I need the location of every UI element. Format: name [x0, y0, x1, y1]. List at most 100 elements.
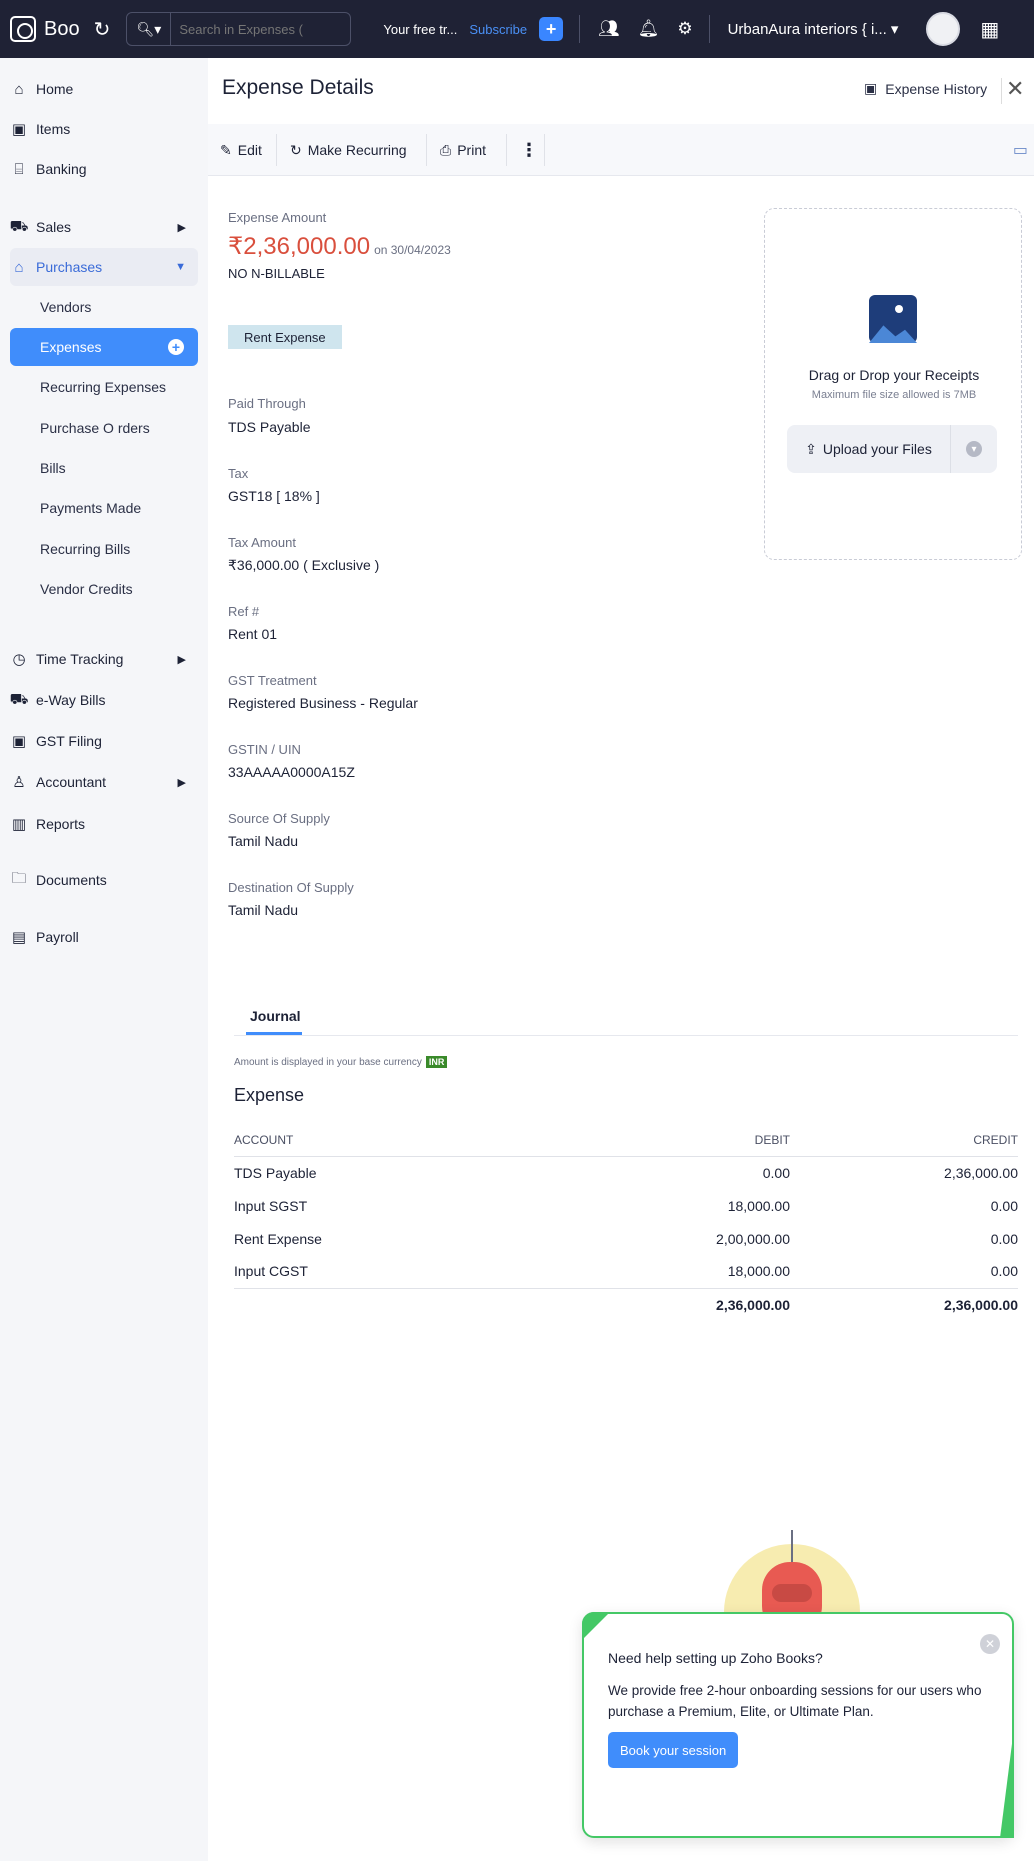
bank-icon: ⌸	[14, 160, 24, 178]
books-logo-icon	[10, 16, 36, 42]
sidebar-item-label: Accountant	[36, 774, 107, 790]
reports-icon: ▥	[11, 816, 27, 833]
debit-cell: 18,000.00	[727, 1263, 790, 1280]
sidebar-item-label: GST Filing	[36, 733, 102, 749]
sidebar-item-eway-bills[interactable]: ⛟ e-Way Bills	[10, 681, 198, 719]
bell-icon[interactable]: 🔔︎	[638, 19, 660, 39]
paid-through-value: TDS Payable	[228, 419, 311, 435]
help-title: Need help setting up Zoho Books?	[608, 1650, 823, 1666]
sidebar-item-label: Sales	[36, 219, 72, 235]
caret-right-icon: ▶	[177, 653, 186, 666]
credit-cell: 2,36,000.00	[944, 1164, 1018, 1181]
search-input[interactable]	[171, 21, 342, 37]
sidebar-item-label: Banking	[36, 161, 87, 177]
upload-files-button[interactable]: ⇪ Upload your Files	[787, 425, 951, 473]
cart-icon: ⛟	[9, 217, 29, 235]
apps-grid-icon[interactable]: ▦	[980, 17, 999, 42]
debit-cell: 2,00,000.00	[716, 1230, 790, 1247]
make-recurring-button[interactable]: ↻ Make Recurring	[290, 124, 407, 176]
comments-icon[interactable]: ▭	[1013, 140, 1028, 160]
dropzone-subtitle: Maximum file size allowed is 7MB	[811, 389, 977, 401]
sidebar-item-gst-filing[interactable]: ▣ GST Filing	[10, 722, 198, 760]
gst-treatment-value: Registered Business - Regular	[228, 695, 418, 711]
sidebar-subitem-bills[interactable]: Bills	[10, 449, 198, 487]
sidebar: ⌂ Home ▣ Items ⌸ Banking ⛟ Sales ▶ ⌂ Pur…	[0, 58, 208, 1861]
sidebar-subitem-payments-made[interactable]: Payments Made	[10, 489, 198, 527]
sidebar-subitem-recurring-bills[interactable]: Recurring Bills	[10, 530, 198, 568]
avatar[interactable]	[926, 12, 961, 46]
caret-down-icon: ▼	[175, 261, 186, 273]
app-logo[interactable]: Boo	[10, 16, 80, 42]
more-options-icon[interactable]: ⋮	[520, 124, 538, 176]
search-box[interactable]: 🔍︎▾	[126, 12, 352, 46]
print-button[interactable]: ⎙ Print	[440, 124, 486, 176]
gst-icon: ▣	[11, 733, 27, 750]
org-switcher[interactable]: UrbanAura interiors { i... ▾	[728, 20, 899, 39]
upload-icon: ⇪	[805, 440, 817, 457]
add-expense-icon[interactable]: +	[168, 339, 184, 355]
users-icon[interactable]: 👥︎	[598, 19, 620, 39]
edit-button[interactable]: ✎ Edit	[220, 124, 262, 176]
sidebar-subitem-purchase-orders[interactable]: Purchase O rders	[10, 409, 198, 447]
divider	[234, 1035, 1018, 1036]
destination-of-supply-value: Tamil Nadu	[228, 902, 299, 918]
tax-label: Tax	[228, 466, 249, 481]
divider	[276, 134, 277, 166]
sidebar-item-items[interactable]: ▣ Items	[10, 110, 198, 148]
printer-icon: ⎙	[440, 141, 452, 158]
sidebar-item-label: e-Way Bills	[36, 692, 106, 708]
refresh-icon[interactable]: ↻	[94, 17, 111, 42]
clock-icon: ◷	[12, 651, 26, 668]
close-icon[interactable]: ✕	[1006, 76, 1024, 102]
trial-text: Your free tr...	[383, 21, 458, 37]
upload-options-button[interactable]: ▾	[951, 441, 997, 457]
receipt-dropzone[interactable]: Drag or Drop your Receipts Maximum file …	[764, 208, 1022, 560]
popup-accent	[582, 1612, 610, 1640]
gstin-label: GSTIN / UIN	[228, 742, 301, 757]
sidebar-item-purchases[interactable]: ⌂ Purchases ▼	[10, 248, 198, 286]
recurring-icon: ↻	[290, 141, 302, 158]
sidebar-subitem-vendor-credits[interactable]: Vendor Credits	[10, 570, 198, 608]
sidebar-subitem-label: Vendors	[40, 299, 92, 315]
sidebar-item-documents[interactable]: 🗀︎ Documents	[10, 861, 198, 899]
sidebar-item-sales[interactable]: ⛟ Sales ▶	[10, 208, 198, 246]
sidebar-item-accountant[interactable]: ♙ Accountant ▶	[10, 763, 198, 801]
sidebar-subitem-recurring-expenses[interactable]: Recurring Expenses	[10, 368, 198, 406]
sidebar-item-home[interactable]: ⌂ Home	[10, 70, 198, 108]
sidebar-subitem-label: Recurring Expenses	[40, 379, 167, 395]
sidebar-subitem-expenses[interactable]: Expenses +	[10, 328, 198, 366]
currency-badge: INR	[425, 1056, 448, 1068]
caret-right-icon: ▶	[177, 776, 186, 789]
divider	[579, 15, 581, 43]
upload-files-control: ⇪ Upload your Files ▾	[787, 425, 997, 473]
search-icon[interactable]: 🔍︎▾	[127, 13, 172, 45]
close-popup-icon[interactable]: ✕	[980, 1634, 1000, 1654]
sidebar-item-reports[interactable]: ▥ Reports	[10, 805, 198, 843]
sidebar-item-banking[interactable]: ⌸ Banking	[10, 150, 198, 188]
source-of-supply-value: Tamil Nadu	[228, 833, 299, 849]
ref-label: Ref #	[228, 604, 260, 619]
total-label-cell	[234, 1287, 584, 1321]
tab-journal[interactable]: Journal	[250, 1008, 301, 1024]
gear-icon[interactable]: ⚙	[677, 19, 692, 39]
help-body: We provide free 2-hour onboarding sessio…	[608, 1683, 982, 1719]
account-cell: Input CGST	[234, 1263, 308, 1280]
book-session-button[interactable]: Book your session	[608, 1732, 739, 1768]
upload-files-label: Upload your Files	[822, 441, 932, 457]
image-upload-icon	[869, 295, 917, 343]
payroll-icon: ▤	[11, 929, 27, 946]
subscribe-link[interactable]: Subscribe	[469, 22, 527, 37]
total-debit-cell: 2,36,000.00	[584, 1287, 790, 1321]
sidebar-item-time-tracking[interactable]: ◷ Time Tracking ▶	[10, 640, 198, 678]
sidebar-subitem-vendors[interactable]: Vendors	[10, 288, 198, 326]
divider	[1001, 78, 1002, 104]
divider	[426, 134, 427, 166]
table-row: Rent Expense 2,00,000.00 0.00	[234, 1222, 1018, 1255]
paid-through-label: Paid Through	[228, 396, 306, 411]
expense-history-button[interactable]: ▣ Expense History	[864, 80, 987, 97]
sidebar-item-payroll[interactable]: ▤ Payroll	[10, 918, 198, 956]
chevron-down-icon: ▾	[890, 21, 899, 38]
quick-create-button[interactable]: +	[539, 17, 564, 41]
total-credit-cell: 2,36,000.00	[790, 1287, 1018, 1321]
sidebar-subitem-label: Payments Made	[40, 500, 142, 516]
